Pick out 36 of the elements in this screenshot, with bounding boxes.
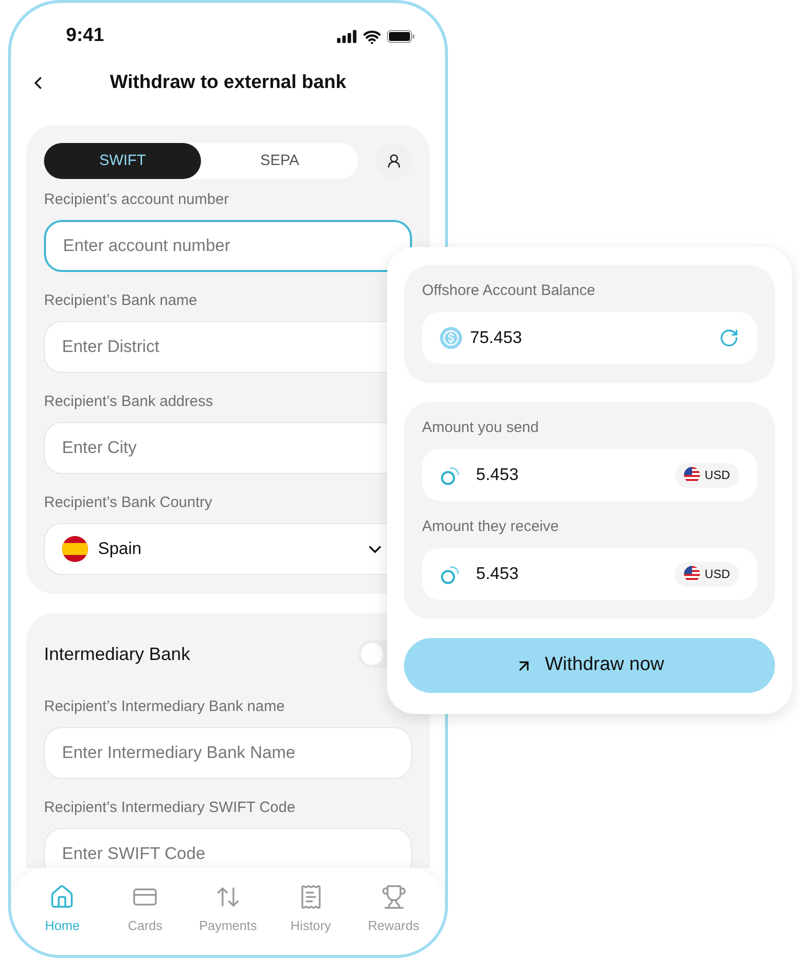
screen-title: Withdraw to external bank [110, 70, 346, 95]
currency-chip[interactable]: USD [674, 462, 739, 488]
field-label: Recipient’s Bank address [44, 392, 214, 412]
field-label: Recipient’s account number [44, 190, 230, 210]
wifi-icon [363, 28, 381, 46]
trophy-icon [380, 884, 407, 910]
home-icon [49, 884, 76, 910]
tab[interactable]: SWIFT [44, 143, 202, 179]
chevron-down-icon [369, 546, 381, 552]
spain-flag-icon [62, 536, 88, 562]
withdraw-button[interactable]: Withdraw now [404, 638, 775, 693]
amount-label: Amount they receive [422, 518, 560, 536]
signal-icon [337, 30, 357, 43]
currency-code: USD [704, 467, 730, 484]
currency-chip[interactable]: USD [674, 562, 739, 586]
select-value: Spain [98, 538, 142, 560]
battery-icon [387, 30, 415, 43]
person-icon [386, 153, 402, 169]
balance-value: 75.453 [470, 327, 523, 350]
status-time: 9:41 [66, 24, 104, 48]
section-title: Intermediary Bank [44, 642, 190, 666]
field-label: Recipient’s Bank name [44, 291, 198, 311]
currency-code: USD [704, 566, 730, 583]
us-flag-icon [684, 467, 700, 483]
amount-label: Amount you send [422, 419, 540, 437]
tab[interactable]: SEPA [201, 143, 358, 179]
field-label: Recipient’s Intermediary Bank name [44, 697, 286, 717]
field-label: Recipient’s Intermediary SWIFT Code [44, 798, 296, 818]
amount-value: 5.453 [476, 563, 520, 586]
balance-label: Offshore Account Balance [422, 282, 596, 300]
field-label: Recipient’s Bank Country [44, 493, 214, 513]
contacts-button[interactable] [376, 143, 412, 179]
text-field[interactable]: Enter account number [44, 220, 412, 272]
us-flag-icon [684, 566, 700, 582]
amount-value: 5.453 [476, 464, 520, 486]
dollar-coin-icon [440, 327, 462, 349]
